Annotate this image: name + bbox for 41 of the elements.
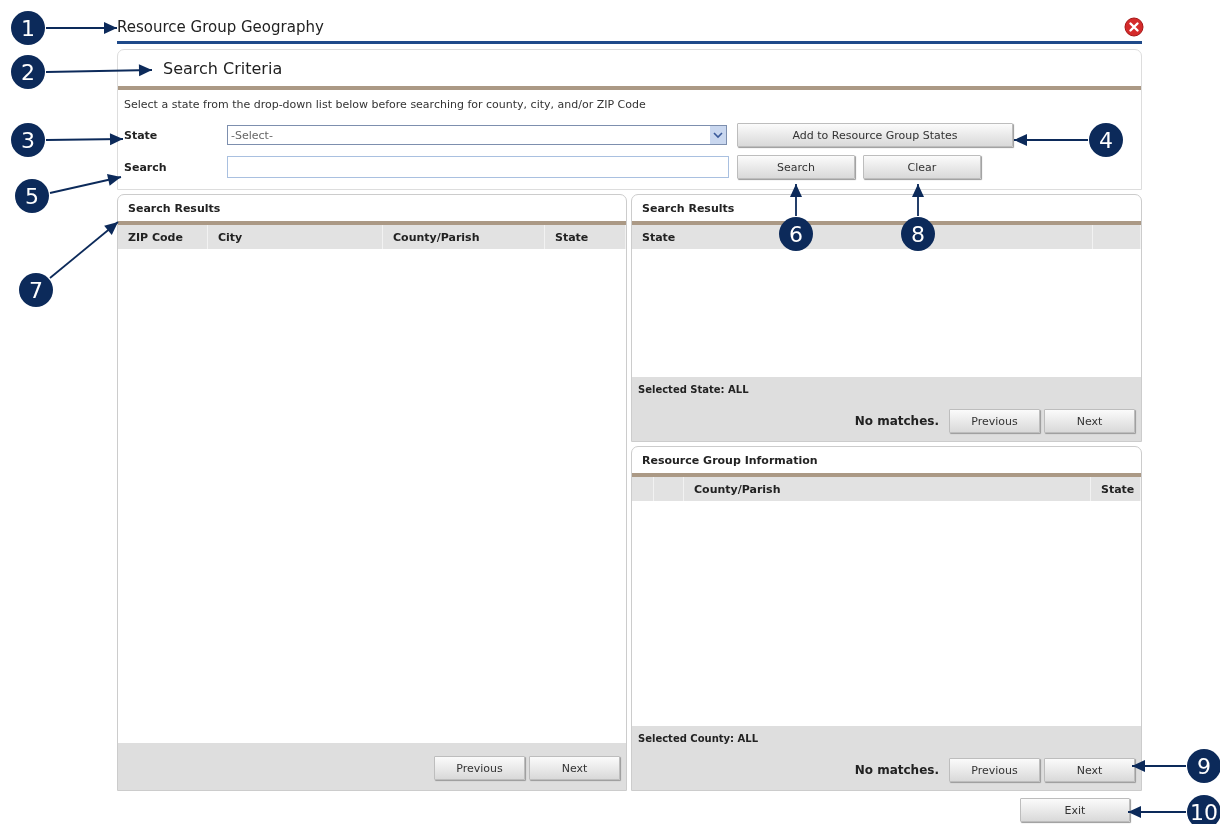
selection-text: Selected State: ALL [638, 384, 750, 395]
callout-badge: 6 [779, 217, 813, 251]
field-label: Search [124, 160, 168, 174]
callout-arrow [790, 183, 802, 217]
callout-badge: 2 [11, 55, 45, 89]
search-button[interactable]: Search [737, 155, 855, 179]
pager-button[interactable]: Next [1044, 758, 1135, 782]
field-label: State [124, 128, 159, 142]
chevron-down-icon[interactable] [710, 126, 726, 144]
exit-button[interactable]: Exit [1020, 798, 1130, 822]
callout-badge: 1 [11, 11, 45, 45]
pager-button[interactable]: Next [529, 756, 620, 780]
pager-button[interactable]: Previous [949, 409, 1040, 433]
callout-arrow [1131, 760, 1187, 772]
callout-arrow [1127, 806, 1187, 818]
panel-title: Search Results [128, 201, 221, 215]
selection-text: Selected County: ALL [638, 733, 760, 744]
state-dropdown[interactable]: -Select- [227, 125, 727, 145]
search-field[interactable] [227, 156, 729, 178]
callout-badge: 5 [15, 179, 49, 213]
panel-title: Search Criteria [163, 58, 283, 78]
clear-button[interactable]: Clear [863, 155, 981, 179]
callout-arrow [49, 221, 119, 279]
close-icon[interactable] [1124, 16, 1144, 37]
callout-badge: 7 [19, 273, 53, 307]
status-text: No matches. [854, 763, 939, 777]
window-title: Resource Group Geography [117, 17, 324, 36]
status-text: No matches. [854, 414, 939, 428]
callout-badge: 4 [1089, 123, 1123, 157]
panel-title: Search Results [642, 201, 735, 215]
callout-badge: 8 [901, 217, 935, 251]
add-button[interactable]: Add to Resource Group States [737, 123, 1013, 147]
callout-badge: 10 [1187, 795, 1220, 824]
callout-badge: 9 [1187, 749, 1220, 783]
callout-arrow [912, 183, 924, 217]
callout-badge: 3 [11, 123, 45, 157]
pager-button[interactable]: Next [1044, 409, 1135, 433]
pager-button[interactable]: Previous [434, 756, 525, 780]
instructions-text: Select a state from the drop-down list below before searching for county, city, and/or ZIP Code [124, 98, 647, 111]
panel-title: Resource Group Information [642, 453, 818, 467]
pager-button[interactable]: Previous [949, 758, 1040, 782]
